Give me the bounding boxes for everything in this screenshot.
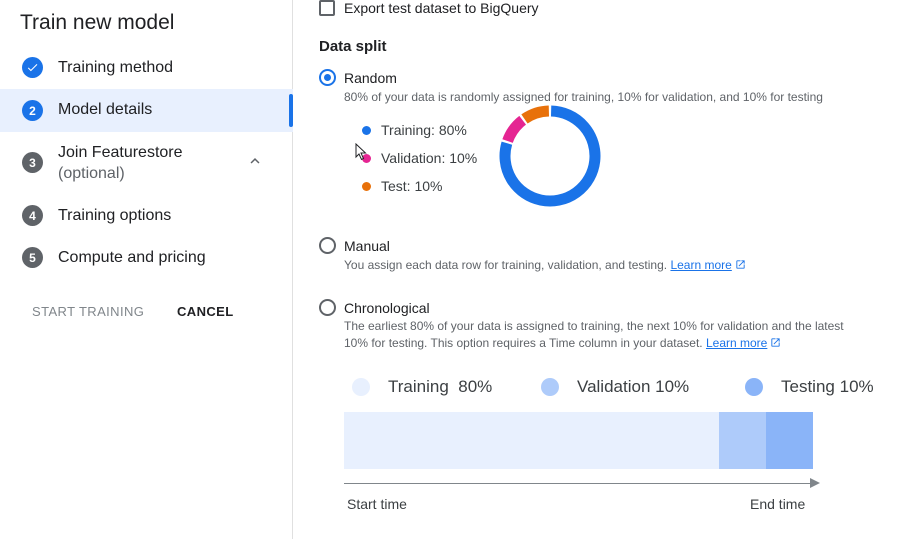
end-time-label: End time [750,496,806,512]
legend-dot [352,378,370,396]
step-training-options[interactable]: 4 Training options [0,200,293,234]
manual-label: Manual [344,238,390,254]
timeline-legend-validation: Validation 10% [541,377,689,397]
legend-dot [745,378,763,396]
mouse-cursor-icon [355,143,367,161]
step-label: Join Featurestore [58,144,183,161]
data-split-donut-chart [499,105,601,207]
legend-pct: 10% [839,377,874,396]
chevron-up-icon[interactable] [246,152,264,170]
timeline-segment-validation [719,412,767,469]
step-number-badge: 3 [22,152,43,173]
chronological-label: Chronological [344,300,430,316]
timeline-legend-training: Training 80% [352,377,492,397]
legend-name: Training [388,377,449,396]
step-number-badge: 5 [22,247,43,268]
step-model-details[interactable]: 2 Model details [0,89,293,132]
random-label: Random [344,70,397,86]
step-training-method[interactable]: Training method [0,52,293,86]
start-time-label: Start time [347,496,407,512]
legend-dot [362,181,371,191]
export-bigquery-label: Export test dataset to BigQuery [344,0,539,16]
start-training-button[interactable]: START TRAINING [32,304,144,319]
legend-name: Validation [577,377,651,396]
legend-label: Training: 80% [381,122,467,138]
chronological-description-line1: The earliest 80% of your data is assigne… [344,319,844,333]
cancel-button[interactable]: CANCEL [177,304,234,319]
legend-pct: 80% [458,377,493,396]
timeline-legend-testing: Testing 10% [745,377,874,397]
step-sublabel: (optional) [58,165,125,182]
legend-name: Testing [781,377,835,396]
manual-learn-more-link[interactable]: Learn more [670,258,731,272]
step-number-badge: 4 [22,205,43,226]
stepper-sidebar: Train new model Training method 2 Model … [0,0,293,539]
external-link-icon [736,260,745,269]
legend-dot [541,378,559,396]
donut-slice-test [521,105,550,124]
chronological-radio[interactable] [319,299,336,316]
step-label: Compute and pricing [58,249,206,266]
export-bigquery-checkbox[interactable] [319,0,335,16]
legend-training: Training: 80% [362,122,467,138]
chronological-description-text: 10% for testing. This option requires a … [344,336,703,350]
step-label: Training options [58,207,172,224]
data-split-title: Data split [319,38,387,55]
external-link-icon [771,338,780,347]
legend-validation: Validation: 10% [362,150,477,166]
page-title: Train new model [20,11,175,34]
chronological-description-line2: 10% for testing. This option requires a … [344,335,781,352]
manual-radio[interactable] [319,237,336,254]
manual-description: You assign each data row for training, v… [344,257,746,274]
legend-label: Validation: 10% [381,150,478,166]
step-compute-and-pricing[interactable]: 5 Compute and pricing [0,242,293,276]
donut-slice-validation [502,115,527,144]
axis-arrow-icon [810,478,820,488]
legend-label: Test: 10% [381,178,443,194]
step-label: Training method [58,59,174,76]
step-label: Model details [58,101,153,118]
main-panel: Export test dataset to BigQuery Data spl… [294,0,909,539]
timeline-axis [344,483,818,484]
timeline-segment-testing [766,412,813,469]
random-radio[interactable] [319,69,336,86]
step-number-badge: 2 [22,100,43,121]
manual-description-text: You assign each data row for training, v… [344,258,668,272]
check-circle-icon [22,57,43,78]
legend-test: Test: 10% [362,178,442,194]
chronological-learn-more-link[interactable]: Learn more [706,336,767,350]
timeline-segment-training [344,412,720,469]
legend-pct: 10% [655,377,690,396]
legend-dot [362,125,371,135]
